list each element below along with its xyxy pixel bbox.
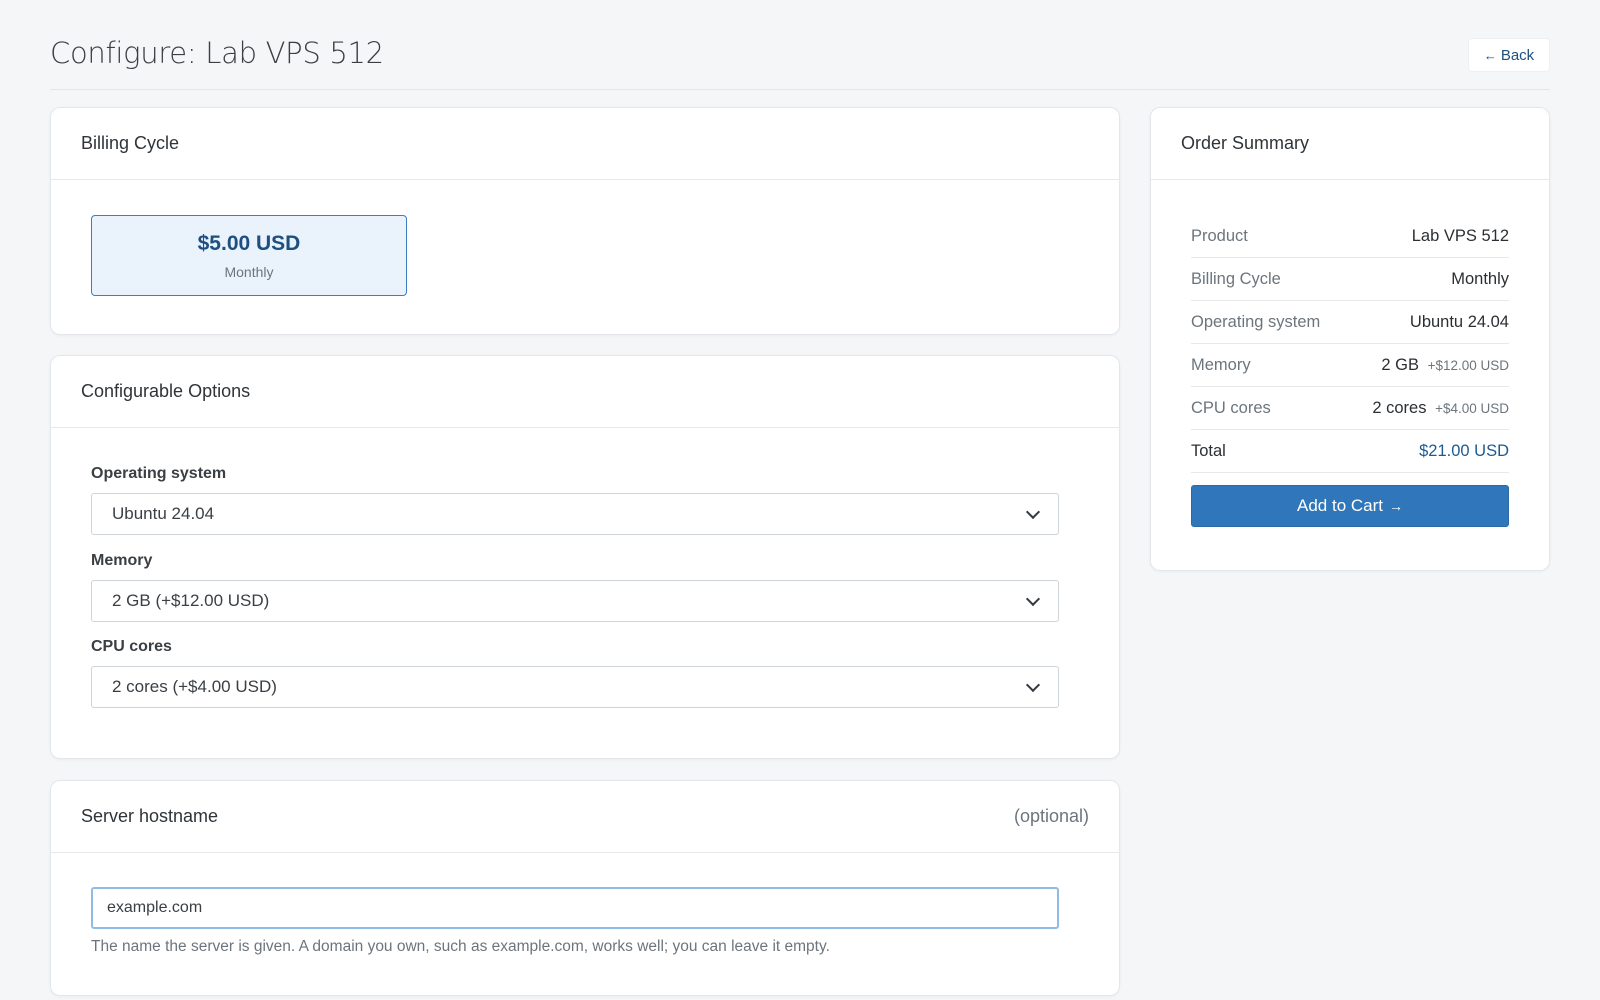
summary-row-memory: Memory 2 GB +$12.00 USD — [1191, 344, 1509, 387]
hostname-input[interactable] — [91, 887, 1059, 929]
order-summary-title: Order Summary — [1181, 133, 1310, 153]
hostname-card: Server hostname (optional) The name the … — [50, 780, 1120, 996]
summary-row-os: Operating system Ubuntu 24.04 — [1191, 301, 1509, 344]
summary-row-cpu: CPU cores 2 cores +$4.00 USD — [1191, 387, 1509, 430]
hostname-help-text: The name the server is given. A domain y… — [91, 938, 830, 955]
summary-price-addon: +$4.00 USD — [1435, 400, 1509, 416]
cpu-select-value: 2 cores (+$4.00 USD) — [112, 677, 277, 696]
page-title: Configure: Lab VPS 512 — [50, 36, 384, 70]
add-to-cart-button[interactable]: Add to Cart → — [1191, 485, 1509, 527]
summary-value-group: 2 cores +$4.00 USD — [1372, 399, 1509, 418]
summary-row-product: Product Lab VPS 512 — [1191, 215, 1509, 258]
summary-key: CPU cores — [1191, 398, 1271, 417]
billing-cycle-title: Billing Cycle — [81, 133, 180, 153]
os-select[interactable]: Ubuntu 24.04 — [91, 493, 1059, 535]
hostname-optional-hint: (optional) — [1013, 806, 1089, 826]
summary-key: Product — [1191, 226, 1248, 245]
add-to-cart-label: Add to Cart — [1297, 496, 1383, 515]
order-summary-card: Order Summary Product Lab VPS 512 Billin… — [1150, 107, 1550, 571]
summary-value: 2 cores — [1372, 398, 1427, 417]
summary-row-billing-cycle: Billing Cycle Monthly — [1191, 258, 1509, 301]
page-header: Configure: Lab VPS 512 ← Back — [50, 28, 1550, 90]
summary-key: Operating system — [1191, 312, 1321, 331]
summary-value: 2 GB — [1381, 355, 1419, 374]
billing-cycle-card: Billing Cycle $5.00 USD Monthly — [50, 107, 1120, 335]
summary-value: Lab VPS 512 — [1411, 226, 1509, 245]
summary-total-label: Total — [1191, 441, 1226, 460]
hostname-header: Server hostname (optional) — [51, 781, 1119, 853]
summary-key: Memory — [1191, 355, 1251, 374]
os-label: Operating system — [91, 465, 227, 482]
billing-cycle-header: Billing Cycle — [51, 108, 1119, 180]
configurable-options-header: Configurable Options — [51, 356, 1119, 428]
configurable-options-title: Configurable Options — [81, 381, 251, 401]
memory-label: Memory — [91, 552, 153, 569]
summary-key: Billing Cycle — [1191, 269, 1281, 288]
billing-option-cycle: Monthly — [224, 264, 274, 280]
summary-price-addon: +$12.00 USD — [1427, 357, 1509, 373]
billing-option-monthly[interactable]: $5.00 USD Monthly — [91, 215, 407, 296]
cpu-label: CPU cores — [91, 638, 172, 655]
chevron-down-icon — [1025, 591, 1041, 606]
memory-select[interactable]: 2 GB (+$12.00 USD) — [91, 580, 1059, 622]
cpu-select[interactable]: 2 cores (+$4.00 USD) — [91, 666, 1059, 708]
memory-select-value: 2 GB (+$12.00 USD) — [112, 591, 270, 610]
configurable-options-card: Configurable Options Operating system Ub… — [50, 355, 1120, 759]
arrow-right-icon: → — [1389, 498, 1403, 514]
arrow-left-icon: ← — [1483, 47, 1497, 63]
summary-total-value: $21.00 USD — [1419, 441, 1509, 460]
back-button[interactable]: ← Back — [1468, 38, 1550, 72]
summary-value: Monthly — [1451, 269, 1509, 288]
os-select-value: Ubuntu 24.04 — [112, 504, 215, 523]
chevron-down-icon — [1025, 504, 1041, 519]
summary-value-group: 2 GB +$12.00 USD — [1381, 356, 1509, 375]
hostname-title: Server hostname — [81, 806, 219, 826]
summary-row-total: Total $21.00 USD — [1191, 430, 1509, 473]
back-button-label: Back — [1500, 46, 1535, 64]
summary-value: Ubuntu 24.04 — [1409, 312, 1509, 331]
chevron-down-icon — [1025, 677, 1041, 692]
billing-option-price: $5.00 USD — [197, 232, 301, 255]
order-summary-header: Order Summary — [1151, 108, 1549, 180]
